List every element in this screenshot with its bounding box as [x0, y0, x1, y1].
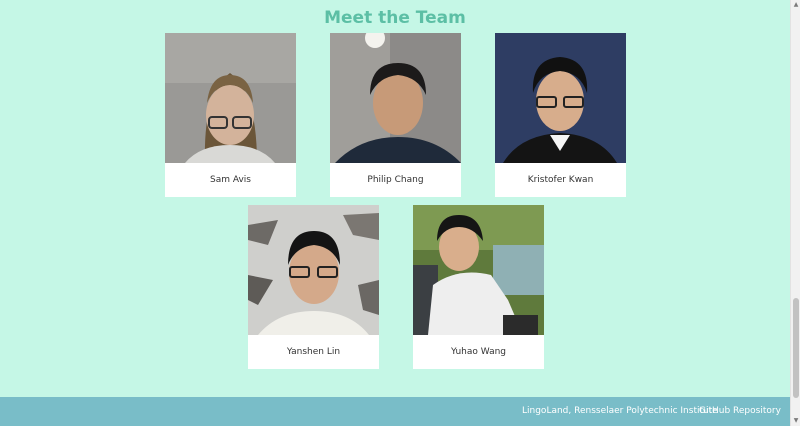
- vertical-scrollbar[interactable]: ▲ ▼: [790, 0, 800, 426]
- team-photo: [413, 205, 544, 335]
- triangle-down-icon[interactable]: ▼: [791, 416, 800, 426]
- team-member-name: Philip Chang: [367, 175, 424, 185]
- team-member-name: Yuhao Wang: [450, 347, 506, 357]
- team-photo: [165, 33, 296, 163]
- page-viewport: Meet the Team Sam Avis Philip Chang Kris…: [0, 0, 790, 426]
- team-card-sam-avis: Sam Avis: [165, 33, 296, 197]
- team-photo: [495, 33, 626, 163]
- team-card-yanshen-lin: Yanshen Lin: [248, 205, 379, 369]
- team-card-yuhao-wang: Yuhao Wang: [413, 205, 544, 369]
- footer-github-link[interactable]: GitHub Repository: [699, 406, 781, 416]
- team-member-name: Kristofer Kwan: [527, 175, 594, 185]
- scrollbar-thumb[interactable]: [793, 298, 799, 398]
- team-member-name: Sam Avis: [209, 175, 251, 185]
- triangle-up-icon[interactable]: ▲: [791, 0, 800, 10]
- site-footer: LingoLand, Rensselaer Polytechnic Instit…: [0, 397, 790, 426]
- team-member-name: Yanshen Lin: [286, 347, 341, 357]
- team-photo: [330, 33, 461, 163]
- team-photo: [248, 205, 379, 335]
- page-title: Meet the Team: [324, 8, 466, 28]
- team-card-kristofer-kwan: Kristofer Kwan: [495, 33, 626, 197]
- footer-org-link[interactable]: LingoLand, Rensselaer Polytechnic Instit…: [522, 406, 718, 416]
- team-card-philip-chang: Philip Chang: [330, 33, 461, 197]
